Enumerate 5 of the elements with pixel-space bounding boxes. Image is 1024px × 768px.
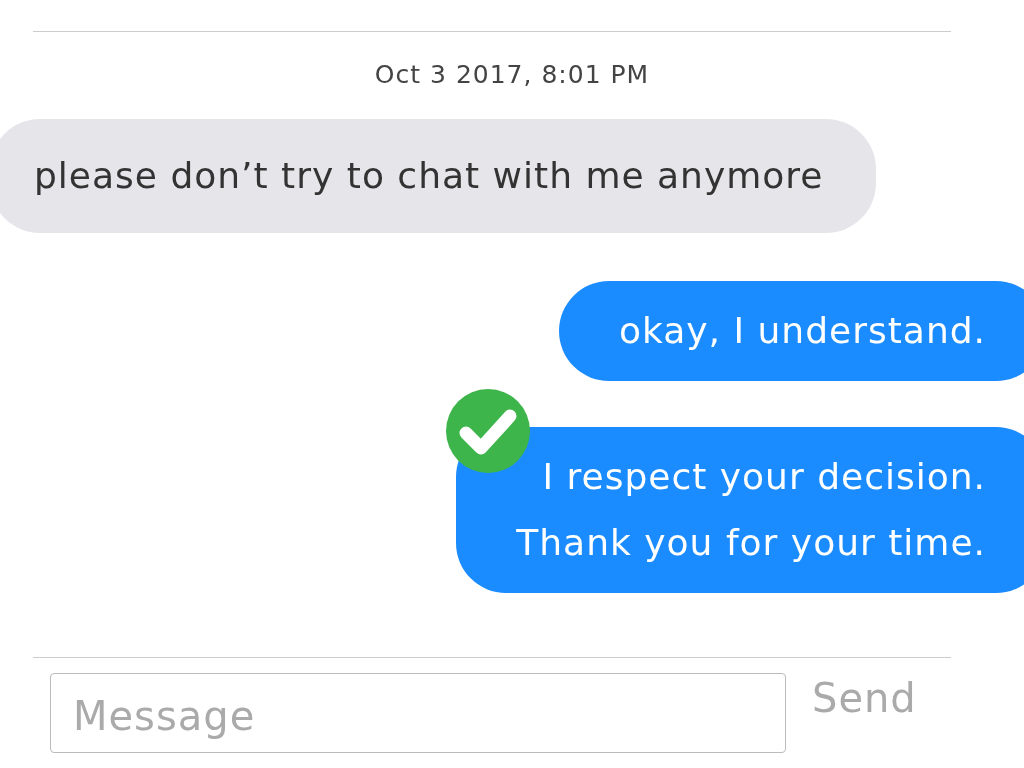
- message-bubble: I respect your decision. Thank you for your time.: [456, 427, 1024, 593]
- message-bubble: okay, I understand.: [558, 281, 1024, 381]
- message-field[interactable]: Message: [50, 673, 786, 753]
- timestamp: Oct 3 2017, 8:01 PM: [373, 60, 651, 89]
- message-bubble: please don’t try to chat with me anymore: [0, 119, 876, 233]
